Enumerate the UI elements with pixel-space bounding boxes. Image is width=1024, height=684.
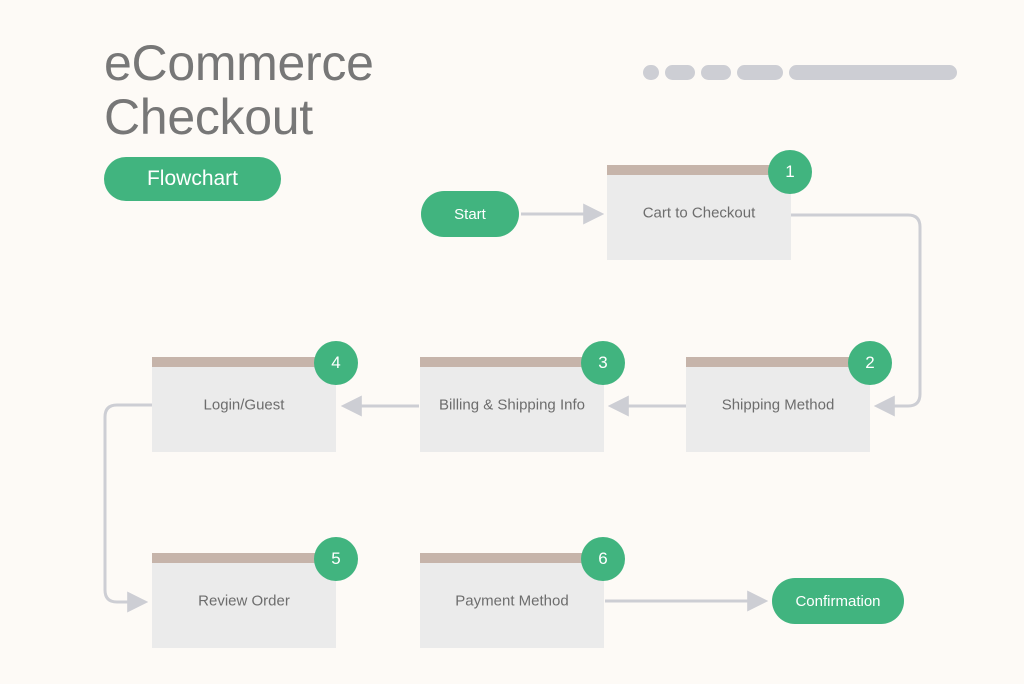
node-step-4[interactable]: Login/Guest (152, 357, 336, 452)
terminal-confirmation[interactable]: Confirmation (772, 578, 904, 624)
node-step-1-topbar (607, 165, 791, 175)
node-step-2-label: Shipping Method (721, 396, 835, 413)
node-step-4-topbar (152, 357, 336, 367)
node-step-1-number: 1 (785, 162, 795, 181)
terminal-start-label: Start (454, 205, 486, 223)
deco-pill-1 (643, 65, 659, 80)
node-step-3-topbar (420, 357, 604, 367)
node-step-3[interactable]: Billing & Shipping Info (420, 357, 604, 452)
node-step-5-topbar (152, 553, 336, 563)
node-step-4-badge: 4 (314, 341, 358, 385)
node-step-1-badge: 1 (768, 150, 812, 194)
node-step-1[interactable]: Cart to Checkout (607, 165, 791, 260)
node-step-2-topbar (686, 357, 870, 367)
deco-pill-4 (737, 65, 783, 80)
terminal-start[interactable]: Start (421, 191, 519, 237)
node-step-5-label: Review Order (198, 592, 290, 609)
page-title: eCommerce Checkout (104, 35, 374, 145)
node-step-3-number: 3 (598, 353, 608, 372)
decorative-pill-bar (643, 65, 957, 80)
node-step-5[interactable]: Review Order (152, 553, 336, 648)
node-step-3-badge: 3 (581, 341, 625, 385)
terminal-confirmation-label: Confirmation (795, 592, 881, 610)
node-step-2[interactable]: Shipping Method (686, 357, 870, 452)
node-step-6[interactable]: Payment Method (420, 553, 604, 648)
deco-pill-2 (665, 65, 695, 80)
node-step-6-number: 6 (598, 549, 608, 568)
subtitle-badge-label: Flowchart (146, 167, 239, 190)
flowchart-canvas: eCommerce Checkout Flowchart Start Cart … (0, 0, 1024, 684)
node-step-5-number: 5 (331, 549, 341, 568)
connector-step4-to-step5 (103, 403, 154, 613)
node-step-6-badge: 6 (581, 537, 625, 581)
node-step-1-label: Cart to Checkout (642, 204, 756, 221)
node-step-2-number: 2 (865, 353, 875, 372)
node-step-5-badge: 5 (314, 537, 358, 581)
node-step-6-label: Payment Method (455, 592, 569, 609)
deco-pill-5 (789, 65, 957, 80)
subtitle-badge: Flowchart (104, 157, 281, 201)
node-step-3-label: Billing & Shipping Info (439, 396, 585, 413)
deco-pill-3 (701, 65, 731, 80)
node-step-6-topbar (420, 553, 604, 563)
node-step-2-badge: 2 (848, 341, 892, 385)
node-step-4-label: Login/Guest (203, 396, 285, 413)
node-step-4-number: 4 (331, 353, 341, 372)
